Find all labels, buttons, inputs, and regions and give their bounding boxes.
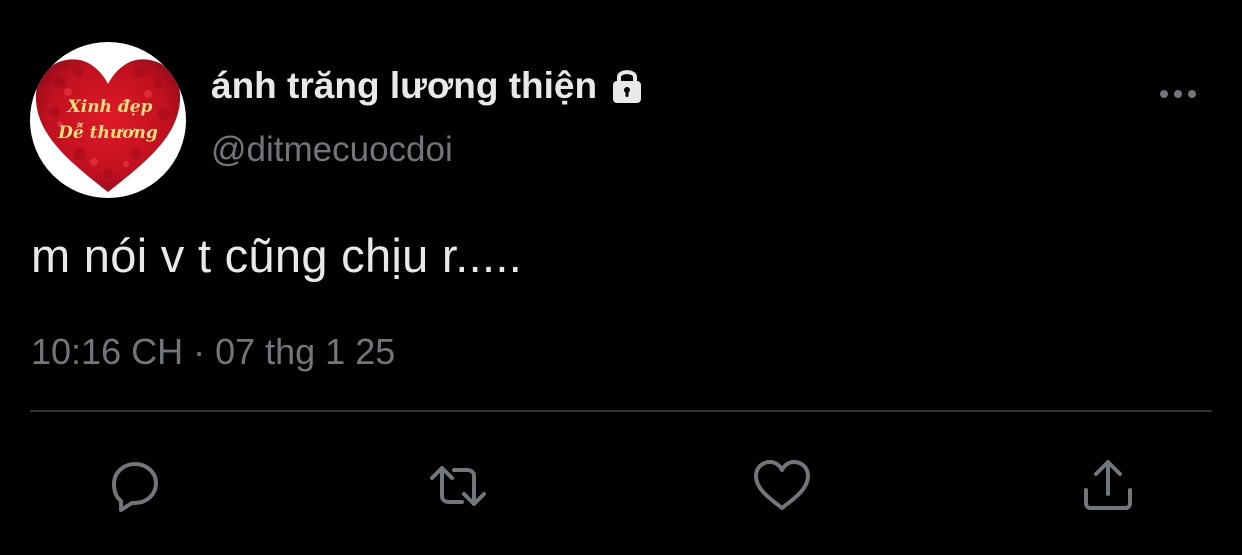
user-handle[interactable]: @ditmecuocdoi	[211, 128, 453, 172]
speech-bubble-icon	[112, 462, 158, 512]
lock-icon	[605, 64, 649, 108]
divider	[30, 410, 1212, 412]
retweet-icon	[430, 466, 486, 506]
heart-avatar-image: Xinh đẹp Dễ thương	[35, 59, 181, 193]
like-button[interactable]	[752, 456, 812, 516]
tweet-text: m nói v t cũng chịu r.....	[31, 229, 523, 282]
avatar-text-line1: Xinh đẹp	[67, 97, 153, 117]
heart-icon	[754, 460, 810, 510]
more-options-button[interactable]	[1152, 72, 1204, 116]
more-dots-icon	[1160, 90, 1196, 98]
display-name-row[interactable]: ánh trăng lương thiện	[211, 64, 649, 108]
avatar-text-line2: Dễ thương	[57, 122, 158, 143]
share-upload-icon	[1084, 460, 1132, 510]
share-button[interactable]	[1078, 456, 1138, 516]
tweet-timestamp[interactable]: 10:16 CH · 07 thg 1 25	[31, 330, 395, 374]
retweet-button[interactable]	[428, 456, 488, 516]
avatar[interactable]: Xinh đẹp Dễ thương	[30, 42, 186, 198]
display-name[interactable]: ánh trăng lương thiện	[211, 64, 597, 108]
reply-button[interactable]	[104, 456, 164, 516]
